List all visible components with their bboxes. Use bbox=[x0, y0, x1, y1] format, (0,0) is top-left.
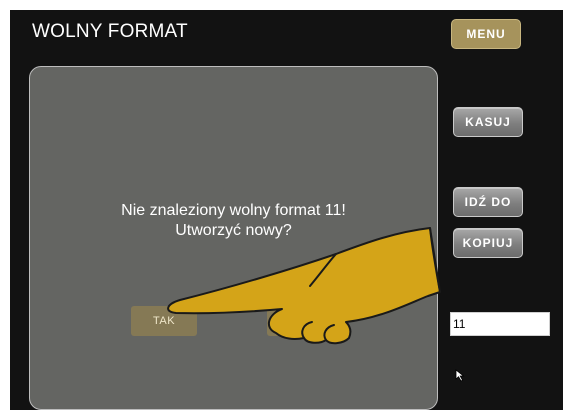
confirm-dialog: Nie znaleziony wolny format 11! Utworzyć… bbox=[29, 66, 438, 410]
go-to-button[interactable]: IDŹ DO bbox=[453, 187, 523, 217]
menu-button[interactable]: MENU bbox=[451, 19, 521, 49]
yes-button[interactable]: TAK bbox=[131, 306, 197, 336]
format-number-field[interactable] bbox=[450, 312, 550, 336]
device-screen: WOLNY FORMAT MENU KASUJ IDŹ DO KOPIUJ Ni… bbox=[10, 10, 563, 410]
no-button[interactable]: NIE bbox=[267, 306, 333, 336]
delete-button[interactable]: KASUJ bbox=[453, 107, 523, 137]
screen-title: WOLNY FORMAT bbox=[32, 21, 188, 42]
copy-button[interactable]: KOPIUJ bbox=[453, 228, 523, 258]
dialog-message-line2: Utworzyć nowy? bbox=[175, 222, 292, 239]
dialog-message-line1: Nie znaleziony wolny format 11! bbox=[121, 202, 346, 219]
mouse-cursor-icon bbox=[455, 369, 465, 382]
